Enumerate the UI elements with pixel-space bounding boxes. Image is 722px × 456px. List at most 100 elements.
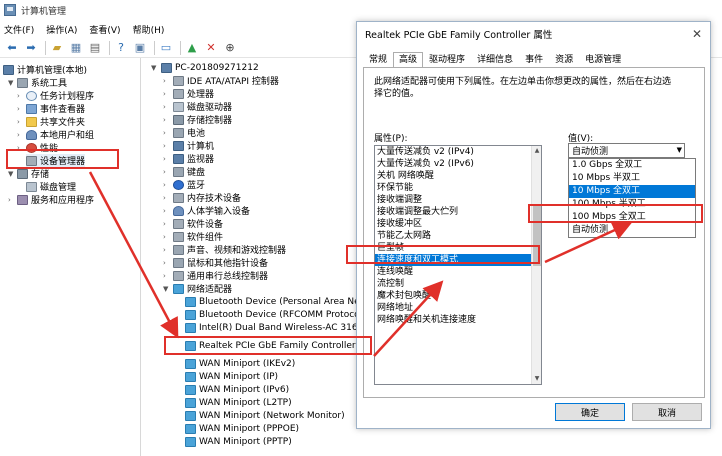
collapse-arrow-icon[interactable]: › xyxy=(8,196,17,204)
property-item[interactable]: 流控制 xyxy=(375,278,541,290)
scan-hardware-icon[interactable]: ⊕ xyxy=(222,40,238,56)
menu-help[interactable]: 帮助(H) xyxy=(133,23,165,36)
collapse-arrow-icon[interactable]: › xyxy=(17,118,26,126)
property-item[interactable]: 节能乙太网路 xyxy=(375,230,541,242)
collapse-arrow-icon[interactable]: › xyxy=(163,142,173,150)
adapter-item[interactable]: Bluetooth Device (Personal Area Netw xyxy=(185,295,360,308)
device-category[interactable]: › 蓝牙 xyxy=(163,178,205,191)
tab-general[interactable]: 常规 xyxy=(363,52,393,68)
property-scrollbar[interactable]: ▲ ▼ xyxy=(531,146,541,384)
forward-icon[interactable]: ➡ xyxy=(23,40,39,56)
device-category[interactable]: › 电池 xyxy=(163,126,205,139)
menu-file[interactable]: 文件(F) xyxy=(4,23,34,36)
adapter-item[interactable]: WAN Miniport (L2TP) xyxy=(185,396,292,409)
device-category[interactable]: › 处理器 xyxy=(163,87,214,100)
value-option[interactable]: 10 Mbps 半双工 xyxy=(569,172,695,185)
collapse-arrow-icon[interactable]: › xyxy=(163,181,173,189)
back-icon[interactable]: ⬅ xyxy=(4,40,20,56)
collapse-arrow-icon[interactable]: › xyxy=(163,155,173,163)
properties-icon[interactable]: ▤ xyxy=(87,40,103,56)
adapter-item[interactable]: WAN Miniport (Network Monitor) xyxy=(185,409,345,422)
collapse-arrow-icon[interactable]: › xyxy=(163,259,173,267)
collapse-arrow-icon[interactable]: › xyxy=(163,90,173,98)
help-icon[interactable]: ? xyxy=(113,40,129,56)
collapse-arrow-icon[interactable]: › xyxy=(163,246,173,254)
collapse-arrow-icon[interactable]: › xyxy=(163,207,173,215)
adapter-item[interactable]: Intel(R) Dual Band Wireless-AC 3168 xyxy=(185,321,360,334)
tree-system-tools[interactable]: ▼ 系统工具 xyxy=(8,76,67,89)
show-hide-tree-icon[interactable]: ▦ xyxy=(68,40,84,56)
adapter-item[interactable]: WAN Miniport (IP) xyxy=(185,370,278,383)
adapter-item[interactable]: WAN Miniport (IKEv2) xyxy=(185,357,295,370)
device-category[interactable]: › 软件设备 xyxy=(163,217,223,230)
adapter-item[interactable]: WAN Miniport (IPv6) xyxy=(185,383,289,396)
adapter-item[interactable]: WAN Miniport (PPPOE) xyxy=(185,422,299,435)
menu-view[interactable]: 查看(V) xyxy=(89,23,120,36)
collapse-arrow-icon[interactable]: › xyxy=(163,129,173,137)
device-category[interactable]: › 通用串行总线控制器 xyxy=(163,269,268,282)
collapse-arrow-icon[interactable]: › xyxy=(163,77,173,85)
device-category[interactable]: › 监视器 xyxy=(163,152,214,165)
device-category-network[interactable]: ▼ 网络适配器 xyxy=(163,282,232,295)
collapse-arrow-icon[interactable]: › xyxy=(163,103,173,111)
property-item[interactable]: 大量传送减负 v2 (IPv6) xyxy=(375,158,541,170)
scroll-down-icon[interactable]: ▼ xyxy=(532,374,541,384)
property-item[interactable]: 关机 网络唤醒 xyxy=(375,170,541,182)
device-category[interactable]: › 软件组件 xyxy=(163,230,223,243)
property-item[interactable]: 连线唤醒 xyxy=(375,266,541,278)
property-item[interactable]: 网络唤醒和关机连接速度 xyxy=(375,314,541,326)
device-computer-root[interactable]: ▼ PC-201809271212 xyxy=(151,61,259,74)
collapse-arrow-icon[interactable]: › xyxy=(17,131,26,139)
device-category[interactable]: › 计算机 xyxy=(163,139,214,152)
collapse-arrow-icon[interactable]: › xyxy=(163,194,173,202)
ok-button[interactable]: 确定 xyxy=(555,403,625,421)
tree-services[interactable]: › 服务和应用程序 xyxy=(8,193,94,206)
device-category[interactable]: › 存储控制器 xyxy=(163,113,232,126)
monitor-icon[interactable]: ▭ xyxy=(158,40,174,56)
value-select[interactable]: 自动侦测 ▼ xyxy=(568,143,685,158)
collapse-arrow-icon[interactable]: › xyxy=(163,220,173,228)
collapse-arrow-icon[interactable]: › xyxy=(163,272,173,280)
tree-disk-management[interactable]: 磁盘管理 xyxy=(26,180,76,193)
expand-arrow-icon[interactable]: ▼ xyxy=(8,170,17,178)
tab-power-management[interactable]: 电源管理 xyxy=(579,52,627,68)
device-category[interactable]: › 键盘 xyxy=(163,165,205,178)
expand-arrow-icon[interactable]: ▼ xyxy=(151,64,161,72)
property-item[interactable]: 接收端调整最大伫列 xyxy=(375,206,541,218)
device-category[interactable]: › 内存技术设备 xyxy=(163,191,241,204)
collapse-arrow-icon[interactable]: › xyxy=(163,168,173,176)
tree-event-viewer[interactable]: › 事件查看器 xyxy=(17,102,85,115)
tab-events[interactable]: 事件 xyxy=(519,52,549,68)
up-folder-icon[interactable]: ▰ xyxy=(49,40,65,56)
property-item[interactable]: 网络地址 xyxy=(375,302,541,314)
expand-arrow-icon[interactable]: ▼ xyxy=(163,285,173,293)
chevron-down-icon[interactable]: ▼ xyxy=(677,146,682,154)
tab-resources[interactable]: 资源 xyxy=(549,52,579,68)
property-item[interactable]: 魔术封包唤醒 xyxy=(375,290,541,302)
tree-task-scheduler[interactable]: › 任务计划程序 xyxy=(17,89,94,102)
adapter-item[interactable]: Bluetooth Device (RFCOMM Protocol T xyxy=(185,308,360,321)
property-list[interactable]: 大量传送减负 v2 (IPv4) 大量传送减负 v2 (IPv6) 关机 网络唤… xyxy=(374,145,542,385)
view-icon[interactable]: ▣ xyxy=(132,40,148,56)
value-option-selected[interactable]: 10 Mbps 全双工 xyxy=(569,185,695,198)
value-option[interactable]: 自动侦测 xyxy=(569,224,695,237)
close-icon[interactable]: ✕ xyxy=(692,27,702,41)
adapter-item[interactable]: WAN Miniport (PPTP) xyxy=(185,435,292,448)
uninstall-icon[interactable]: ✕ xyxy=(203,40,219,56)
device-category[interactable]: › IDE ATA/ATAPI 控制器 xyxy=(163,74,279,87)
collapse-arrow-icon[interactable]: › xyxy=(163,233,173,241)
device-category[interactable]: › 声音、视频和游戏控制器 xyxy=(163,243,286,256)
tree-root[interactable]: 计算机管理(本地) xyxy=(3,63,87,76)
scroll-up-icon[interactable]: ▲ xyxy=(532,146,541,156)
menu-action[interactable]: 操作(A) xyxy=(46,23,77,36)
tree-shared-folders[interactable]: › 共享文件夹 xyxy=(17,115,85,128)
property-item[interactable]: 接收缓冲区 xyxy=(375,218,541,230)
device-category[interactable]: › 磁盘驱动器 xyxy=(163,100,232,113)
tab-advanced[interactable]: 高级 xyxy=(393,52,424,68)
property-item[interactable]: 接收端调整 xyxy=(375,194,541,206)
value-option[interactable]: 1.0 Gbps 全双工 xyxy=(569,159,695,172)
collapse-arrow-icon[interactable]: › xyxy=(163,116,173,124)
update-driver-icon[interactable]: ▲ xyxy=(184,40,200,56)
tab-details[interactable]: 详细信息 xyxy=(471,52,519,68)
value-dropdown-list[interactable]: 1.0 Gbps 全双工 10 Mbps 半双工 10 Mbps 全双工 100… xyxy=(568,158,696,238)
